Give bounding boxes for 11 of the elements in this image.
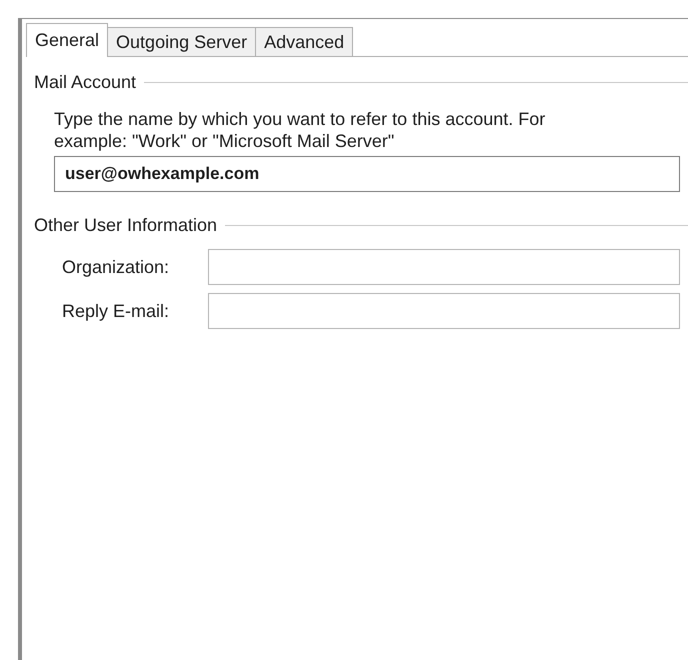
group-heading: Other User Information — [34, 214, 218, 237]
account-description: Type the name by which you want to refer to this account. For example: "Work" or "Microsoft Mail Server" — [54, 108, 546, 152]
text-field[interactable] — [208, 293, 680, 329]
group-heading: Mail Account — [34, 71, 136, 94]
text-field[interactable] — [208, 249, 680, 285]
tab[interactable]: Outgoing Server — [108, 27, 256, 57]
field-label: Organization: — [62, 256, 170, 279]
tab[interactable]: Advanced — [256, 27, 354, 57]
tab[interactable]: General — [26, 23, 108, 57]
field-label: Reply E-mail: — [62, 300, 170, 323]
account-name-field[interactable]: user@owhexample.com — [54, 156, 680, 192]
